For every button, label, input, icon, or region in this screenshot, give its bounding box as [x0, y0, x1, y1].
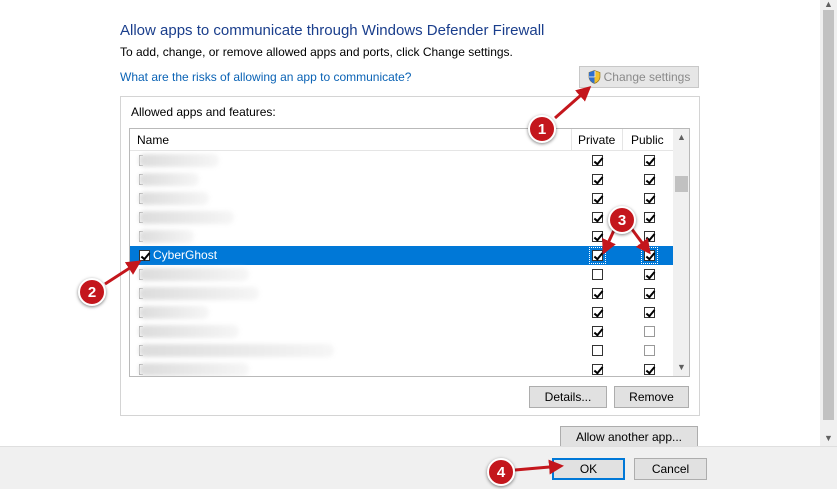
table-row[interactable] — [130, 208, 673, 227]
private-checkbox[interactable] — [592, 364, 603, 375]
table-row[interactable] — [130, 322, 673, 341]
redacted-app-name — [139, 325, 239, 338]
public-checkbox[interactable] — [644, 307, 655, 318]
scroll-up-icon[interactable]: ▲ — [673, 129, 689, 146]
public-checkbox[interactable] — [644, 212, 655, 223]
table-row[interactable] — [130, 265, 673, 284]
public-checkbox[interactable] — [644, 174, 655, 185]
redacted-app-name — [139, 287, 259, 300]
step-badge-2: 2 — [78, 278, 106, 306]
change-settings-label: Change settings — [603, 70, 691, 84]
public-checkbox[interactable] — [641, 247, 658, 264]
window-scrollbar[interactable]: ▲ ▼ — [820, 0, 837, 446]
table-row[interactable]: CyberGhost — [130, 246, 673, 265]
private-checkbox[interactable] — [592, 212, 603, 223]
column-separator — [571, 129, 572, 151]
redacted-app-name — [139, 268, 249, 281]
column-public[interactable]: Public — [631, 129, 664, 151]
redacted-app-name — [139, 344, 334, 357]
table-row[interactable] — [130, 170, 673, 189]
public-checkbox[interactable] — [644, 345, 655, 356]
risks-link[interactable]: What are the risks of allowing an app to… — [120, 70, 411, 84]
column-separator — [622, 129, 623, 151]
private-checkbox[interactable] — [592, 307, 603, 318]
redacted-app-name — [139, 363, 249, 376]
redacted-app-name — [139, 211, 234, 224]
remove-button[interactable]: Remove — [614, 386, 689, 408]
list-scrollbar[interactable]: ▲ ▼ — [673, 129, 689, 376]
column-name[interactable]: Name — [137, 129, 169, 151]
table-row[interactable] — [130, 189, 673, 208]
step-badge-4: 4 — [487, 458, 515, 486]
step-badge-3: 3 — [608, 206, 636, 234]
table-row[interactable] — [130, 151, 673, 170]
redacted-app-name — [139, 230, 194, 243]
ok-button[interactable]: OK — [552, 458, 625, 480]
public-checkbox[interactable] — [644, 193, 655, 204]
private-checkbox[interactable] — [592, 345, 603, 356]
redacted-app-name — [139, 173, 199, 186]
redacted-app-name — [139, 306, 209, 319]
scroll-thumb[interactable] — [675, 176, 688, 192]
change-settings-button[interactable]: Change settings — [579, 66, 699, 88]
private-checkbox[interactable] — [592, 174, 603, 185]
app-name: CyberGhost — [151, 248, 220, 262]
public-checkbox[interactable] — [644, 288, 655, 299]
page-title: Allow apps to communicate through Window… — [120, 22, 545, 39]
enable-checkbox[interactable] — [139, 250, 150, 261]
public-checkbox[interactable] — [644, 269, 655, 280]
public-checkbox[interactable] — [644, 326, 655, 337]
public-checkbox[interactable] — [644, 231, 655, 242]
allowed-apps-list[interactable]: Name Private Public CyberGhost ▲ ▼ — [129, 128, 690, 377]
table-row[interactable] — [130, 360, 673, 376]
list-header: Name Private Public — [130, 129, 673, 151]
private-checkbox[interactable] — [592, 193, 603, 204]
page-subtitle: To add, change, or remove allowed apps a… — [120, 45, 513, 59]
table-row[interactable] — [130, 227, 673, 246]
table-row[interactable] — [130, 341, 673, 360]
table-row[interactable] — [130, 284, 673, 303]
private-checkbox[interactable] — [592, 288, 603, 299]
redacted-app-name — [139, 192, 209, 205]
uac-shield-icon — [588, 70, 600, 84]
step-badge-1: 1 — [528, 115, 556, 143]
public-checkbox[interactable] — [644, 155, 655, 166]
window-scroll-thumb[interactable] — [823, 10, 834, 420]
allow-another-app-button[interactable]: Allow another app... — [560, 426, 698, 448]
allowed-apps-label: Allowed apps and features: — [131, 105, 276, 119]
private-checkbox[interactable] — [592, 155, 603, 166]
window-scroll-down-icon[interactable]: ▼ — [820, 430, 837, 447]
scroll-down-icon[interactable]: ▼ — [673, 359, 689, 376]
private-checkbox[interactable] — [592, 231, 603, 242]
public-checkbox[interactable] — [644, 364, 655, 375]
table-row[interactable] — [130, 303, 673, 322]
dialog-footer: OK Cancel — [0, 446, 837, 489]
private-checkbox[interactable] — [592, 269, 603, 280]
cancel-button[interactable]: Cancel — [634, 458, 707, 480]
details-button[interactable]: Details... — [529, 386, 607, 408]
column-private[interactable]: Private — [578, 129, 615, 151]
private-checkbox[interactable] — [589, 247, 606, 264]
private-checkbox[interactable] — [592, 326, 603, 337]
redacted-app-name — [139, 154, 219, 167]
